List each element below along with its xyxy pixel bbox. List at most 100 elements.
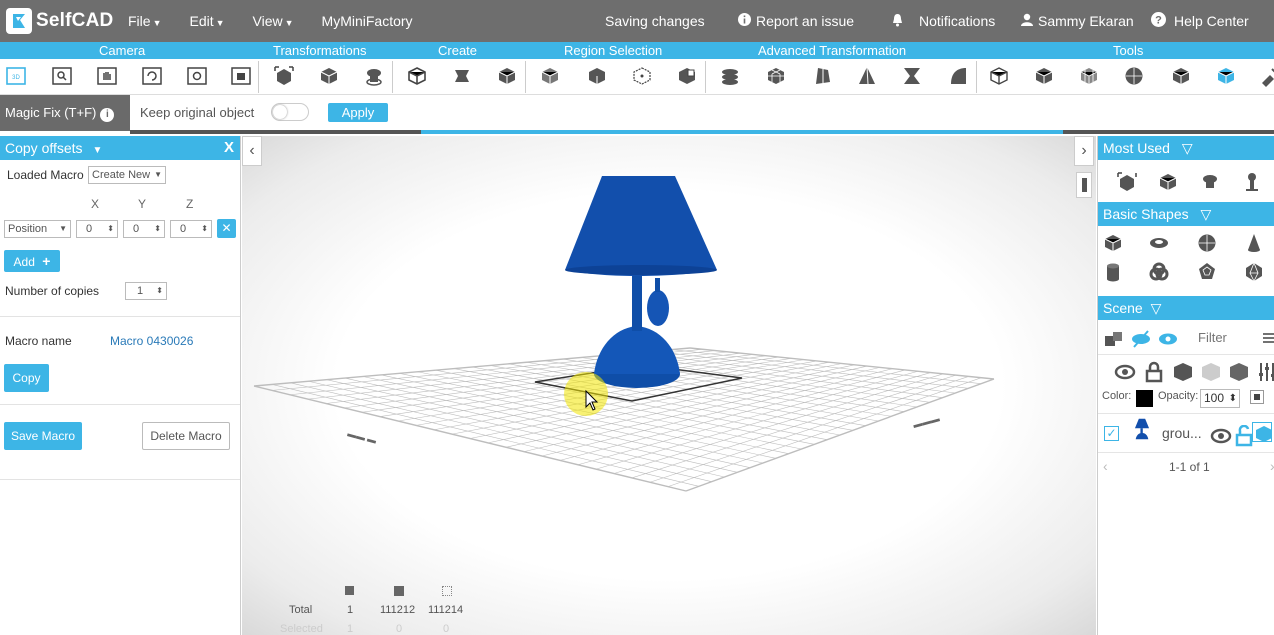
x-offset-stepper[interactable]: 0 ⬍ bbox=[76, 220, 118, 238]
object-unlock-icon[interactable] bbox=[1233, 424, 1253, 447]
region-edge-select-icon[interactable] bbox=[676, 65, 698, 87]
stepper-arrows-icon[interactable]: ⬍ bbox=[156, 283, 163, 299]
basic-shapes-header[interactable]: Basic Shapes ▽ bbox=[1098, 202, 1274, 226]
settings-sliders-icon[interactable] bbox=[1256, 361, 1274, 381]
camera-rotate-icon[interactable] bbox=[141, 65, 163, 87]
menu-edit[interactable]: Edit ▼ bbox=[189, 13, 224, 29]
stepper-arrows-icon[interactable]: ⬍ bbox=[1229, 390, 1237, 407]
stepper-arrows-icon[interactable]: ⬍ bbox=[154, 221, 161, 237]
move-tool-icon[interactable] bbox=[1116, 171, 1138, 193]
camera-fit-icon[interactable] bbox=[230, 65, 252, 87]
object-solid-mode-icon[interactable] bbox=[1252, 422, 1272, 442]
category-tools[interactable]: Tools bbox=[1113, 42, 1143, 59]
tools-solid-cube-icon[interactable] bbox=[1033, 65, 1055, 87]
stepper-arrows-icon[interactable]: ⬍ bbox=[107, 221, 114, 237]
close-panel-button[interactable]: X bbox=[224, 136, 234, 160]
category-create[interactable]: Create bbox=[438, 42, 477, 59]
user-account-link[interactable]: Sammy Ekaran bbox=[1021, 0, 1134, 42]
scene-object-name[interactable]: grou... bbox=[1162, 425, 1202, 441]
adv-taper-icon[interactable] bbox=[811, 65, 833, 87]
camera-3d-view-icon[interactable]: 3D bbox=[5, 65, 27, 87]
camera-reset-icon[interactable] bbox=[186, 65, 208, 87]
tools-wireframe-cube-icon[interactable] bbox=[988, 65, 1010, 87]
prev-page-icon[interactable]: ‹ bbox=[1103, 458, 1108, 474]
help-center-link[interactable]: ? Help Center bbox=[1151, 0, 1249, 42]
cylinder-shape-icon[interactable] bbox=[1102, 261, 1124, 283]
cone-shape-icon[interactable] bbox=[1243, 232, 1265, 254]
objects-view-icon[interactable] bbox=[1103, 328, 1122, 346]
tools-magic-fix-icon[interactable] bbox=[1215, 65, 1237, 87]
color-mode-icon[interactable] bbox=[1228, 361, 1248, 381]
3d-viewport[interactable]: ‹ › ▬▬ ▬ ▬▬▬ Total 1 111212 111214 Selec… bbox=[242, 136, 1096, 635]
camera-pan-icon[interactable] bbox=[96, 65, 118, 87]
tools-sphere-icon[interactable] bbox=[1123, 65, 1145, 87]
create-extrude-icon[interactable] bbox=[451, 65, 473, 87]
adv-twist-icon[interactable] bbox=[901, 65, 923, 87]
app-logo[interactable]: SelfCAD bbox=[6, 8, 116, 34]
mesh-mode-icon[interactable] bbox=[1200, 361, 1220, 381]
show-all-eye-icon[interactable] bbox=[1157, 328, 1177, 346]
knot-shape-icon[interactable] bbox=[1148, 261, 1170, 283]
number-of-copies-stepper[interactable]: 1 ⬍ bbox=[125, 282, 167, 300]
visibility-eye-icon[interactable] bbox=[1114, 361, 1136, 380]
next-page-icon[interactable]: › bbox=[1270, 458, 1274, 474]
scene-header[interactable]: Scene ▽ bbox=[1098, 296, 1274, 320]
z-offset-stepper[interactable]: 0 ⬍ bbox=[170, 220, 212, 238]
camera-zoom-icon[interactable] bbox=[51, 65, 73, 87]
delete-macro-button[interactable]: Delete Macro bbox=[142, 422, 230, 450]
adv-stack-icon[interactable] bbox=[719, 65, 741, 87]
sphere-shape-icon[interactable] bbox=[1196, 232, 1218, 254]
adv-subdivide-icon[interactable] bbox=[765, 65, 787, 87]
copy-button[interactable]: Copy bbox=[4, 364, 49, 392]
most-used-header[interactable]: Most Used ▽ bbox=[1098, 136, 1274, 160]
apply-button[interactable]: Apply bbox=[328, 103, 388, 122]
menu-view[interactable]: View ▼ bbox=[253, 13, 294, 29]
rotate-tool-icon[interactable] bbox=[1157, 171, 1179, 193]
region-vertex-select-icon[interactable] bbox=[631, 65, 653, 87]
adv-pyramid-icon[interactable] bbox=[856, 65, 878, 87]
report-issue-link[interactable]: Report an issue bbox=[738, 0, 854, 42]
scene-canvas[interactable]: ▬▬ ▬ ▬▬▬ bbox=[242, 136, 1096, 635]
loaded-macro-select[interactable]: Create New ▼ bbox=[88, 166, 166, 184]
hide-selected-icon[interactable] bbox=[1130, 328, 1150, 348]
cube-shape-icon[interactable] bbox=[1102, 232, 1124, 254]
menu-file[interactable]: File ▼ bbox=[128, 13, 161, 29]
tools-cube-icon[interactable] bbox=[1170, 65, 1192, 87]
y-offset-stepper[interactable]: 0 ⬍ bbox=[123, 220, 165, 238]
solid-mode-icon[interactable] bbox=[1172, 361, 1192, 381]
object-select-checkbox[interactable]: ✓ bbox=[1104, 426, 1119, 441]
sculpt-tool-icon[interactable] bbox=[1241, 171, 1263, 193]
region-face-select-icon[interactable] bbox=[586, 65, 608, 87]
lock-icon[interactable] bbox=[1143, 361, 1163, 383]
adv-bend-icon[interactable] bbox=[947, 65, 969, 87]
offset-mode-select[interactable]: Position ▼ bbox=[4, 220, 71, 238]
dodecahedron-shape-icon[interactable] bbox=[1196, 261, 1218, 283]
icosahedron-shape-icon[interactable] bbox=[1243, 261, 1265, 283]
category-advanced-transformation[interactable]: Advanced Transformation bbox=[758, 42, 906, 59]
macro-name-value[interactable]: Macro 0430026 bbox=[110, 334, 193, 348]
stepper-arrows-icon[interactable]: ⬍ bbox=[201, 221, 208, 237]
material-button[interactable] bbox=[1250, 390, 1264, 404]
transform-move-icon[interactable] bbox=[273, 65, 295, 87]
tools-more-icon[interactable] bbox=[1258, 65, 1274, 87]
info-icon[interactable]: i bbox=[100, 108, 115, 122]
save-macro-button[interactable]: Save Macro bbox=[4, 422, 82, 450]
opacity-stepper[interactable]: 100 ⬍ bbox=[1200, 389, 1240, 408]
scene-filter-input[interactable] bbox=[1198, 326, 1258, 348]
category-transformations[interactable]: Transformations bbox=[273, 42, 366, 59]
color-swatch[interactable] bbox=[1136, 390, 1153, 407]
keep-original-toggle[interactable] bbox=[271, 103, 309, 121]
list-menu-icon[interactable] bbox=[1263, 332, 1274, 344]
scale-tool-icon[interactable] bbox=[1199, 171, 1221, 193]
menu-myminifactory[interactable]: MyMiniFactory bbox=[322, 13, 413, 29]
transform-rotate-icon[interactable] bbox=[318, 65, 340, 87]
create-box-icon[interactable] bbox=[496, 65, 518, 87]
category-region-selection[interactable]: Region Selection bbox=[564, 42, 662, 59]
region-select-icon[interactable] bbox=[539, 65, 561, 87]
caret-down-icon[interactable]: ▼ bbox=[92, 145, 102, 156]
add-offset-button[interactable]: Add + bbox=[4, 250, 60, 272]
tools-mesh-cube-icon[interactable] bbox=[1078, 65, 1100, 87]
category-camera[interactable]: Camera bbox=[99, 42, 145, 59]
transform-scale-icon[interactable] bbox=[363, 65, 385, 87]
object-visibility-eye-icon[interactable] bbox=[1210, 425, 1232, 444]
